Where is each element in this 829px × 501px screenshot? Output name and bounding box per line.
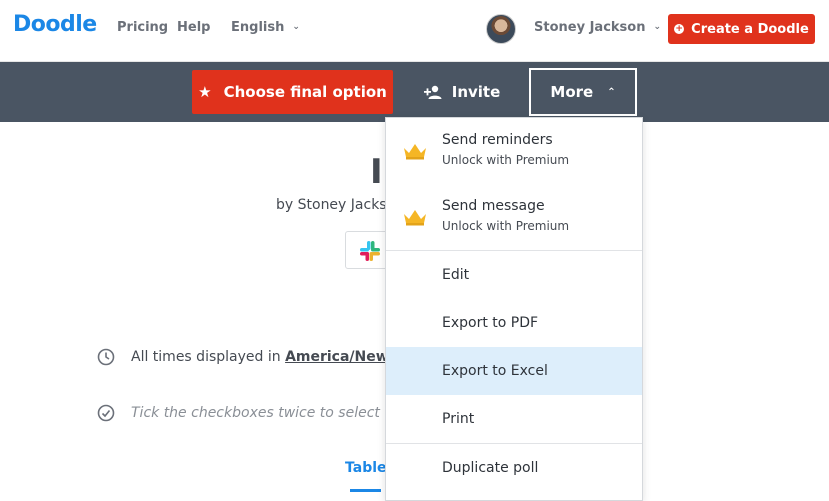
menu-item-send-message[interactable]: Send message Unlock with Premium bbox=[386, 184, 642, 250]
plus-circle-icon: + bbox=[674, 24, 685, 34]
checkbox-hint-row: Tick the checkboxes twice to select bbox=[97, 404, 380, 422]
create-doodle-label: Create a Doodle bbox=[691, 21, 809, 37]
top-navigation: Doodle Pricing Help English ⌄ Stoney Jack… bbox=[0, 0, 829, 62]
timezone-link[interactable]: America/New bbox=[285, 349, 389, 365]
chevron-up-icon: ⌃ bbox=[607, 86, 616, 98]
poll-title: I bbox=[370, 152, 383, 192]
menu-item-send-reminders[interactable]: Send reminders Unlock with Premium bbox=[386, 118, 642, 184]
menu-item-export-pdf[interactable]: Export to PDF bbox=[386, 299, 642, 347]
menu-item-print[interactable]: Print bbox=[386, 395, 642, 443]
poll-byline: by Stoney Jacks bbox=[276, 197, 387, 213]
crown-icon bbox=[404, 144, 426, 160]
star-icon: ★ bbox=[198, 83, 212, 101]
nav-pricing-link[interactable]: Pricing bbox=[117, 20, 168, 35]
invite-button[interactable]: Invite bbox=[412, 70, 512, 114]
checkbox-hint-text: Tick the checkboxes twice to select bbox=[131, 405, 380, 421]
choose-final-option-button[interactable]: ★ Choose final option bbox=[192, 70, 393, 114]
crown-icon bbox=[404, 210, 426, 226]
user-name: Stoney Jackson bbox=[534, 20, 646, 35]
menu-item-duplicate-poll[interactable]: Duplicate poll bbox=[386, 444, 642, 492]
menu-item-export-excel[interactable]: Export to Excel bbox=[386, 347, 642, 395]
add-person-icon bbox=[423, 85, 442, 99]
timezone-prefix: All times displayed in bbox=[131, 349, 281, 365]
language-label: English bbox=[231, 20, 285, 35]
create-doodle-button[interactable]: + Create a Doodle bbox=[668, 14, 815, 44]
nav-help-link[interactable]: Help bbox=[177, 20, 210, 35]
clock-icon bbox=[97, 348, 115, 366]
timezone-row: All times displayed in America/New bbox=[97, 348, 389, 366]
menu-item-edit[interactable]: Edit bbox=[386, 251, 642, 299]
premium-sublabel: Unlock with Premium bbox=[442, 153, 570, 167]
check-circle-icon bbox=[97, 404, 115, 422]
tab-table[interactable]: Table bbox=[345, 460, 387, 476]
active-tab-indicator bbox=[350, 489, 381, 492]
poll-action-bar: ★ Choose final option Invite More ⌃ bbox=[0, 62, 829, 122]
premium-sublabel: Unlock with Premium bbox=[442, 219, 570, 233]
choose-final-option-label: Choose final option bbox=[223, 83, 387, 101]
invite-label: Invite bbox=[451, 83, 501, 101]
language-selector[interactable]: English ⌄ bbox=[231, 20, 300, 35]
more-dropdown-menu: Send reminders Unlock with Premium Send … bbox=[385, 117, 643, 501]
chevron-down-icon: ⌄ bbox=[653, 22, 662, 32]
chevron-down-icon: ⌄ bbox=[292, 22, 300, 32]
more-label: More bbox=[550, 83, 594, 101]
user-menu[interactable]: Stoney Jackson ⌄ bbox=[534, 20, 661, 35]
menu-item-label: Send message bbox=[442, 198, 545, 214]
more-button[interactable]: More ⌃ bbox=[529, 68, 637, 116]
menu-item-label: Send reminders bbox=[442, 132, 553, 148]
slack-icon bbox=[360, 241, 380, 261]
doodle-logo[interactable]: Doodle bbox=[13, 12, 97, 37]
avatar[interactable] bbox=[486, 14, 516, 44]
